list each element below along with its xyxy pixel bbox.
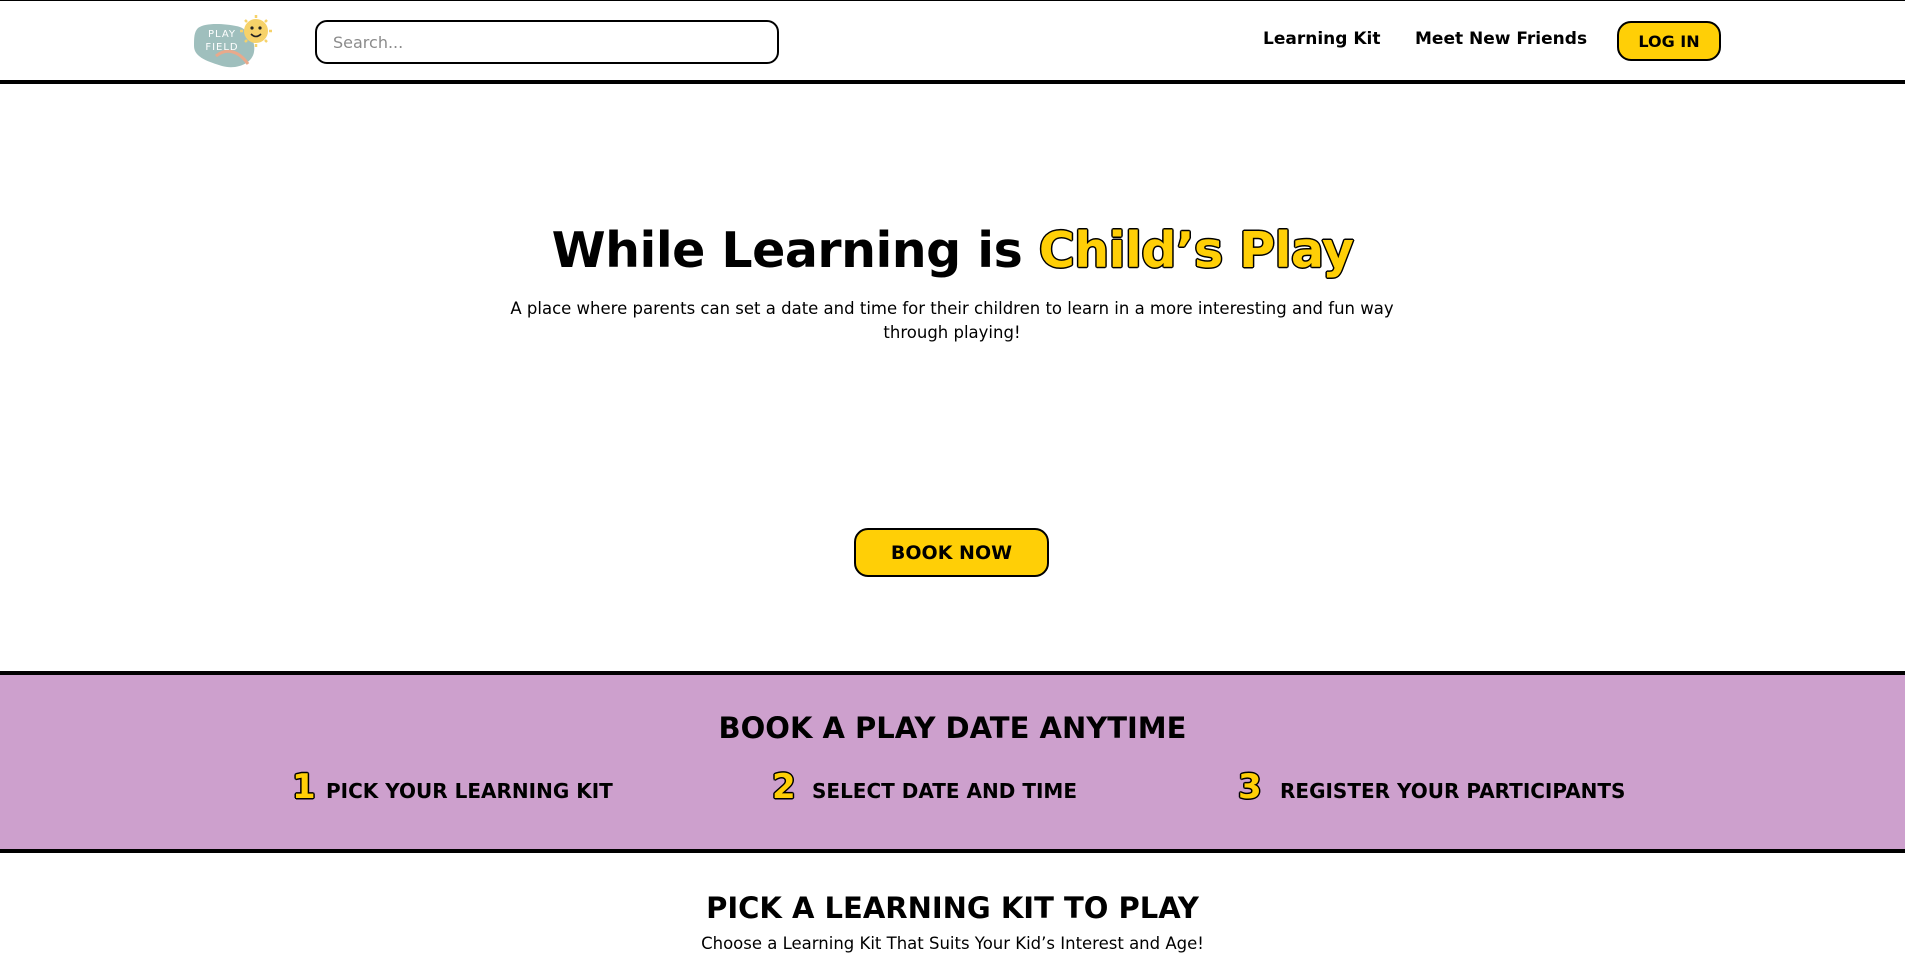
- main-content: PLAY FIELD Learning Kit Meet New Friends…: [0, 0, 1905, 955]
- hero-title-main: While Learning is: [551, 222, 1039, 279]
- playfield-logo[interactable]: PLAY FIELD: [192, 14, 274, 70]
- booking-title: BOOK A PLAY DATE ANYTIME: [718, 711, 1187, 745]
- login-button[interactable]: LOG IN: [1617, 21, 1721, 61]
- hero-subtitle: A place where parents can set a date and…: [510, 299, 1394, 342]
- learning-kits-subtitle: Choose a Learning Kit That Suits Your Ki…: [701, 934, 1204, 953]
- nav-link-learning-kit[interactable]: Learning Kit: [1263, 29, 1380, 49]
- step-number: 1: [292, 767, 316, 807]
- nav-link-meet-new-friends[interactable]: Meet New Friends: [1415, 29, 1587, 49]
- search-input[interactable]: [315, 20, 779, 64]
- step-number: 3: [1238, 767, 1262, 807]
- hero-title-highlight: Child’s Play: [1038, 222, 1354, 279]
- book-now-button[interactable]: BOOK NOW: [854, 528, 1049, 577]
- step-label: SELECT DATE AND TIME: [812, 779, 1077, 803]
- logo-wordmark: PLAY FIELD: [205, 29, 239, 53]
- page: PLAY FIELD Learning Kit Meet New Friends…: [0, 0, 1905, 955]
- step-number: 2: [772, 767, 796, 807]
- booking-steps-band: BOOK A PLAY DATE ANYTIME 1 PICK YOUR LEA…: [0, 671, 1905, 853]
- learning-kits-title: PICK A LEARNING KIT TO PLAY: [706, 891, 1199, 925]
- top-navbar: PLAY FIELD Learning Kit Meet New Friends…: [0, 0, 1905, 84]
- step-label: REGISTER YOUR PARTICIPANTS: [1280, 779, 1626, 803]
- hero-title: While Learning is Child’s Play: [0, 222, 1905, 279]
- step-label: PICK YOUR LEARNING KIT: [326, 779, 613, 803]
